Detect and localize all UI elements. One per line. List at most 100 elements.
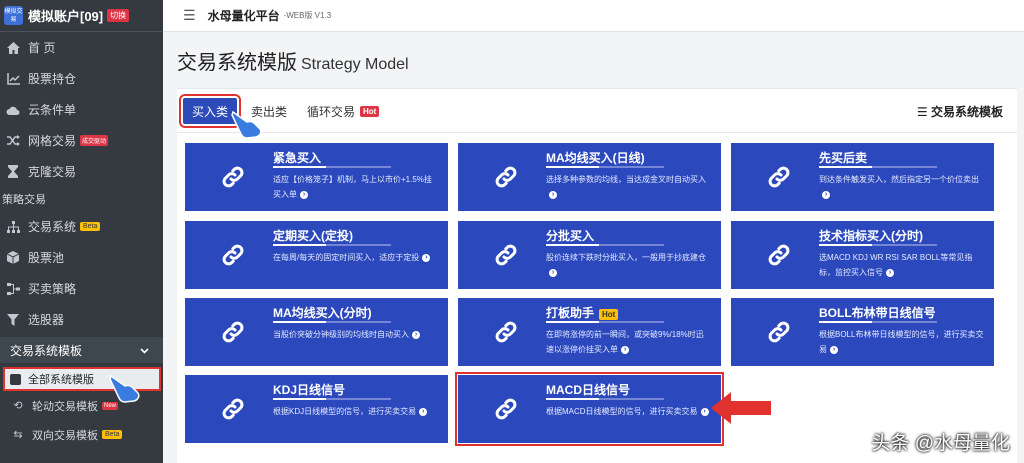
arrow-right-circle-icon[interactable]: › <box>422 253 431 262</box>
sidebar-item-label: 云条件单 <box>28 103 77 117</box>
sidebar-item-two-way-template[interactable]: ⇆ 双向交易模板 Beta <box>0 420 163 449</box>
tile-divider <box>546 244 664 246</box>
pointer-hand-icon <box>231 110 262 139</box>
arrow-right-circle-icon[interactable]: › <box>822 190 830 199</box>
sidebar-item-label: 买卖策略 <box>28 282 77 296</box>
template-tile[interactable]: MA均线买入(分时) 当股价突破分钟级别的均线时自动买入 › <box>185 298 448 366</box>
link-icon <box>495 244 517 266</box>
cube-icon <box>6 251 20 265</box>
rotate-icon: ⟲ <box>13 400 23 412</box>
page-title: 交易系统模版 Strategy Model <box>177 46 409 75</box>
arrow-right-circle-icon[interactable]: › <box>419 407 428 416</box>
brand-name: 水母量化平台 <box>207 9 280 23</box>
tile-title: 打板助手 Hot <box>546 304 619 321</box>
tile-title-text: MA均线买入(分时) <box>273 306 372 320</box>
template-tile[interactable]: 定期买入(定投) 在每周/每天的固定时间买入，适应于定投 › <box>185 221 448 289</box>
tile-divider <box>273 398 391 400</box>
tile-title: 先买后卖 <box>819 149 867 166</box>
arrow-right-circle-icon[interactable]: › <box>300 190 308 199</box>
sidebar-item-home[interactable]: 首 页 <box>0 32 163 63</box>
template-tile[interactable]: MACD日线信号 根据MACD日线模型的信号，进行买卖交易 › <box>455 372 724 446</box>
filter-icon <box>6 313 20 327</box>
link-icon <box>495 321 517 343</box>
tile-title: 紧急买入 <box>273 149 321 166</box>
tile-divider <box>819 321 937 323</box>
tile-divider <box>273 166 391 168</box>
tile-title-text: 分批买入 <box>546 229 595 243</box>
switch-account-badge[interactable]: 切换 <box>107 9 130 22</box>
tile-title: MA均线买入(日线) <box>546 149 645 166</box>
top-bar: ☰ 水母量化平台 -WEB版 V1.3 <box>163 0 1024 32</box>
tile-title-text: BOLL布林带日线信号 <box>819 306 936 320</box>
template-tile[interactable]: 打板助手 Hot 在即将涨停的前一瞬间，或突破9%/18%时迅速以涨停价挂买入单 › <box>458 298 721 366</box>
template-list-link[interactable]: ☰ 交易系统模板 <box>917 103 1003 120</box>
shuffle-icon <box>6 134 20 148</box>
tile-description-text: 到达条件触发买入，然后指定另一个价位卖出 <box>819 175 979 184</box>
sidebar-item-label: 网格交易 <box>28 134 77 148</box>
link-icon <box>222 166 244 188</box>
tile-description-text: 根据BOLL布林带日线模型的信号，进行买卖交易 <box>819 330 984 354</box>
arrow-right-circle-icon[interactable]: › <box>549 190 557 199</box>
link-icon <box>768 244 790 266</box>
tile-description-text: 根据KDJ日线模型的信号，进行买卖交易 <box>273 407 417 416</box>
book-icon <box>10 373 21 385</box>
tile-description-text: 适应【价格笼子】机制，马上以市价+1.5%挂买入单 <box>273 175 432 199</box>
tile-title-text: KDJ日线信号 <box>273 383 346 397</box>
template-tile[interactable]: 紧急买入适应【价格笼子】机制，马上以市价+1.5%挂买入单 › <box>185 143 448 211</box>
swap-icon: ⇆ <box>13 429 23 441</box>
sidebar-item-clone-trading[interactable]: 克隆交易 <box>0 156 163 187</box>
sidebar-item-grid-trading[interactable]: 网格交易 成交驱动 <box>0 125 163 156</box>
template-tile[interactable]: 分批买入股价连续下跌时分批买入，一般用于抄底建仓 › <box>458 221 721 289</box>
tile-title: BOLL布林带日线信号 <box>819 304 936 321</box>
link-icon <box>222 244 244 266</box>
link-icon <box>495 398 517 420</box>
tile-description: 到达条件触发买入，然后指定另一个价位卖出 › <box>819 172 984 202</box>
arrow-right-circle-icon[interactable]: › <box>621 345 629 354</box>
sidebar-group-templates[interactable]: 交易系统模板 <box>0 337 163 363</box>
arrow-right-circle-icon[interactable]: › <box>549 268 557 277</box>
account-header[interactable]: 模拟交易 模拟账户[09] 切换 <box>0 0 163 32</box>
tile-description-text: 选MACD KDJ WR RSI SAR BOLL等常见指标，监控买入信号 <box>819 253 973 277</box>
template-tile[interactable]: 先买后卖到达条件触发买入，然后指定另一个价位卖出 › <box>731 143 994 211</box>
tile-description-text: 在每周/每天的固定时间买入，适应于定投 <box>273 253 420 262</box>
tile-title: MA均线买入(分时) <box>273 304 372 321</box>
tile-description: 适应【价格笼子】机制，马上以市价+1.5%挂买入单 › <box>273 172 438 202</box>
arrow-right-circle-icon[interactable]: › <box>700 407 709 416</box>
template-tile[interactable]: MA均线买入(日线) 选择多种参数的均线，当达成金叉时自动买入 › <box>458 143 721 211</box>
arrow-right-circle-icon[interactable]: › <box>886 268 894 277</box>
tile-description-text: 股价连续下跌时分批买入，一般用于抄底建仓 <box>546 253 706 262</box>
tab-loop-trading[interactable]: 循环交易 Hot <box>307 98 380 124</box>
main-content: 交易系统模版 Strategy Model 买入类 卖出类 循环交易 Hot ☰ … <box>109 32 1024 463</box>
link-icon <box>768 321 790 343</box>
template-tile[interactable]: KDJ日线信号根据KDJ日线模型的信号，进行买卖交易 › <box>185 375 448 443</box>
sitemap-icon <box>6 220 20 234</box>
arrow-right-circle-icon[interactable]: › <box>412 330 420 339</box>
arrow-right-circle-icon[interactable]: › <box>830 345 838 354</box>
sidebar-item-stock-screener[interactable]: 选股器 <box>0 304 163 335</box>
sidebar-item-holdings[interactable]: 股票持仓 <box>0 63 163 94</box>
tile-divider <box>819 244 937 246</box>
template-tile[interactable]: BOLL布林带日线信号根据BOLL布林带日线模型的信号，进行买卖交易 › <box>731 298 994 366</box>
template-card: 买入类 卖出类 循环交易 Hot ☰ 交易系统模板 紧急买入 适应【价格笼子】机制… <box>177 88 1017 463</box>
sidebar-item-buy-sell-strategy[interactable]: 买卖策略 <box>0 273 163 304</box>
sidebar-item-stock-pool[interactable]: 股票池 <box>0 242 163 273</box>
tile-description: 选MACD KDJ WR RSI SAR BOLL等常见指标，监控买入信号 › <box>819 250 984 280</box>
cloud-icon <box>6 103 20 117</box>
template-tile[interactable]: 技术指标买入(分时) 选MACD KDJ WR RSI SAR BOLL等常见指标… <box>731 221 994 289</box>
link-icon <box>222 398 244 420</box>
account-logo: 模拟交易 <box>4 6 23 25</box>
sidebar-item-trading-system[interactable]: 交易系统 Beta <box>0 211 163 242</box>
home-icon <box>6 41 20 55</box>
tile-title-text: MA均线买入(日线) <box>546 151 645 165</box>
sidebar-item-cloud-orders[interactable]: 云条件单 <box>0 94 163 125</box>
tile-title-text: 先买后卖 <box>819 151 868 165</box>
tile-description-text: 根据MACD日线模型的信号，进行买卖交易 <box>546 407 698 416</box>
link-icon <box>222 321 244 343</box>
tile-title: KDJ日线信号 <box>273 381 345 398</box>
hot-badge: Hot <box>360 105 380 117</box>
tile-description: 根据KDJ日线模型的信号，进行买卖交易 › <box>273 404 438 419</box>
tile-title: 分批买入 <box>546 227 594 244</box>
tile-description: 根据BOLL布林带日线模型的信号，进行买卖交易 › <box>819 327 984 357</box>
sidebar-group-label: 交易系统模板 <box>10 343 83 358</box>
menu-icon[interactable]: ☰ <box>183 7 196 24</box>
